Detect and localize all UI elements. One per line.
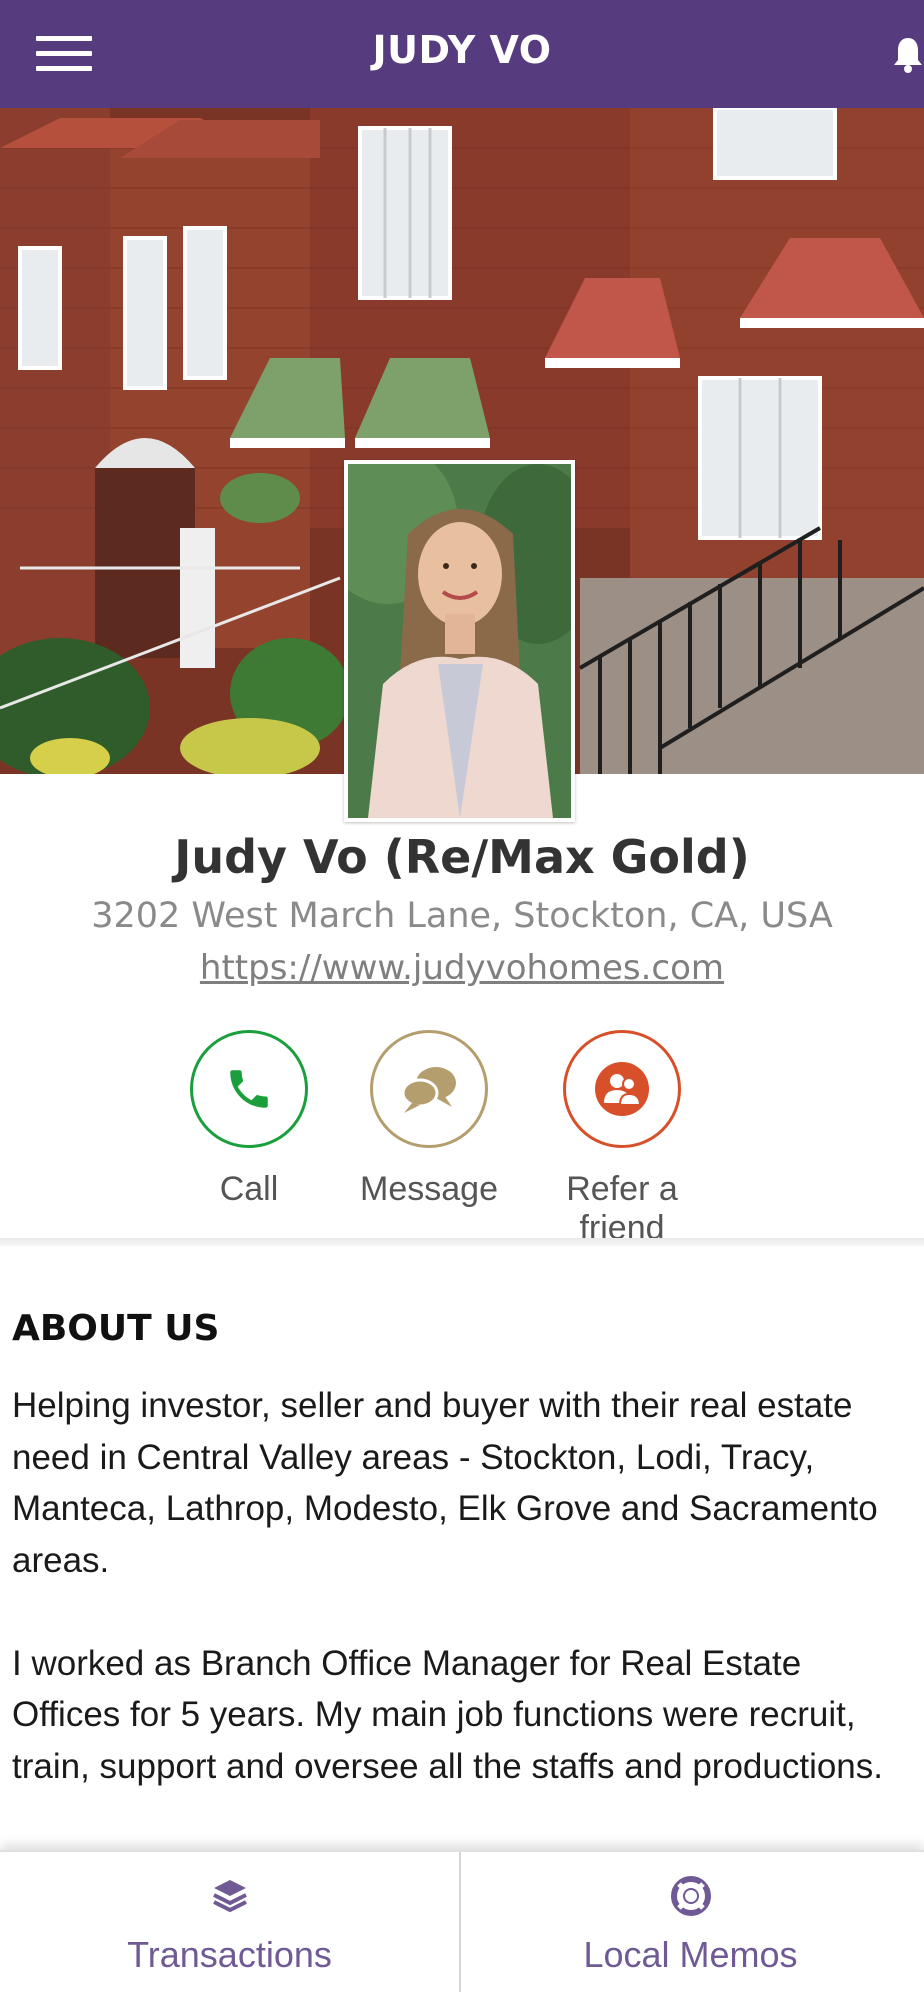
message-label: Message [360,1170,498,1208]
section-divider [0,1238,924,1246]
profile-photo [344,460,575,822]
layers-icon [0,1876,459,1920]
chat-bubbles-icon [370,1030,488,1148]
refer-people-icon [563,1030,681,1148]
message-button[interactable]: Message [329,1030,529,1209]
phone-icon [190,1030,308,1148]
agent-name: Judy Vo (Re/Max Gold) [174,830,750,884]
tab-local-memos-label: Local Memos [583,1934,798,1975]
tab-local-memos[interactable]: Local Memos [461,1852,920,1992]
refer-friend-button[interactable]: Refer a friend [522,1030,722,1248]
call-label: Call [219,1170,279,1208]
tab-transactions[interactable]: Transactions [0,1852,459,1992]
lifebuoy-icon [461,1876,920,1920]
call-button[interactable]: Call [149,1030,349,1209]
refer-friend-label: Refer a friend [566,1170,678,1247]
about-paragraph: Helping investor, seller and buyer with … [12,1386,878,1580]
about-heading: ABOUT US [12,1308,220,1349]
bottom-navigation: Transactions Local Memos [0,1850,924,2000]
page-title: JUDY VO [372,28,552,72]
agent-website-link[interactable]: https://www.judyvohomes.com [0,948,924,988]
app-header: JUDY VO [0,0,924,108]
agent-address: 3202 West March Lane, Stockton, CA, USA [91,896,833,936]
tab-transactions-label: Transactions [127,1934,332,1975]
about-body: Helping investor, seller and buyer with … [12,1380,912,1844]
about-paragraph: I worked as Branch Office Manager for Re… [12,1643,884,1786]
bell-icon[interactable] [892,34,924,74]
